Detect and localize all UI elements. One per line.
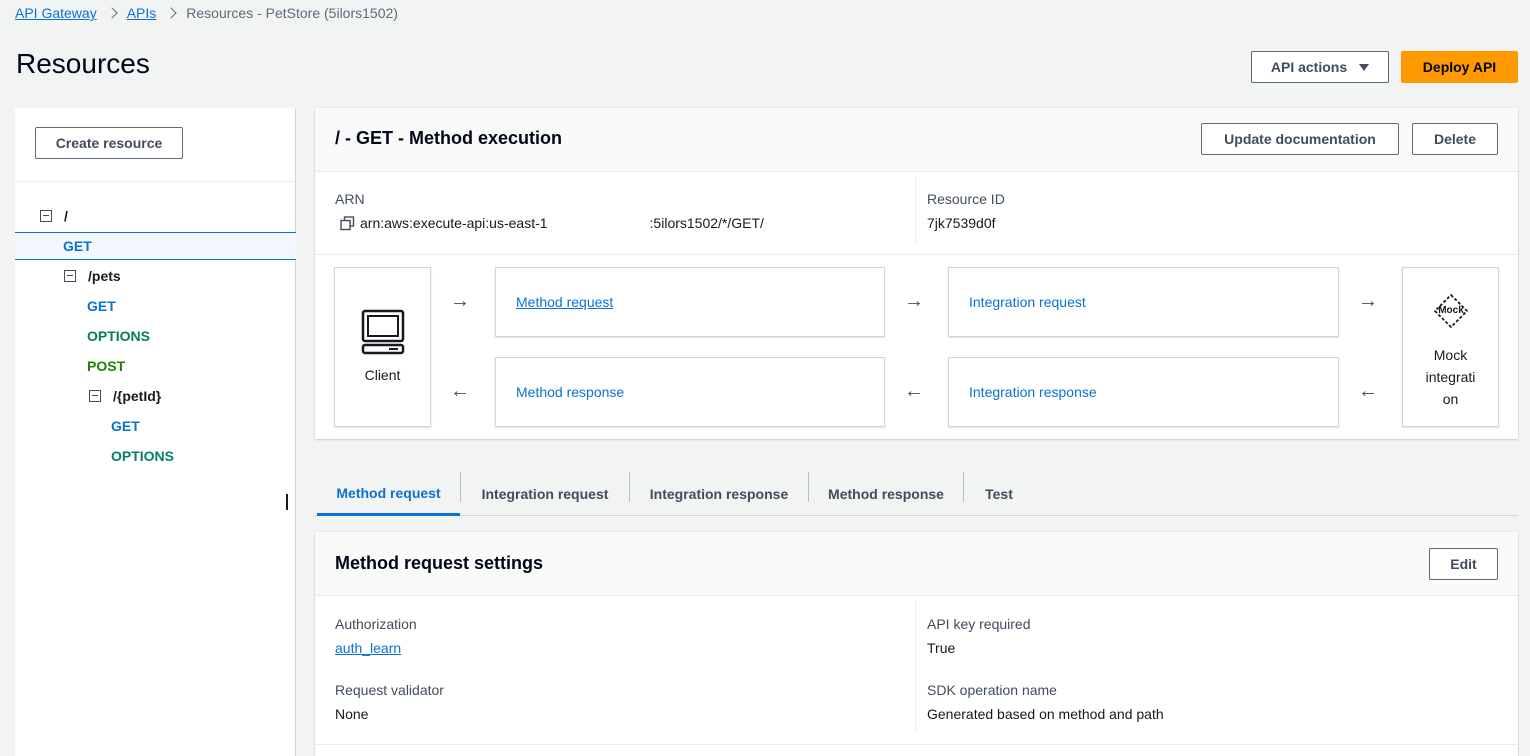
arn-value-part2: :5ilors1502/*/GET/: [649, 215, 764, 231]
sidebar-header: Create resource: [15, 108, 295, 182]
arn-value: arn:aws:execute-api:us-east-1 :5ilors150…: [340, 215, 764, 231]
client-label: Client: [364, 367, 401, 383]
tree-method-label: GET: [87, 298, 116, 314]
divider: [315, 254, 1518, 255]
integration-response-link[interactable]: Integration response: [969, 384, 1097, 400]
breadcrumb-api-gateway[interactable]: API Gateway: [15, 4, 97, 22]
client-box: Client: [334, 267, 431, 427]
mock-integration-label: Mock integrati on: [1403, 344, 1498, 410]
resource-id-value: 7jk7539d0f: [927, 215, 996, 231]
computer-icon: [361, 309, 405, 355]
api-actions-button[interactable]: API actions: [1251, 51, 1389, 83]
resource-tree-panel: Create resource / GET /pets GET OPTIONS …: [15, 108, 296, 756]
authorization-link[interactable]: auth_learn: [335, 640, 401, 656]
mock-integration-box: Mock Mock integrati on: [1402, 267, 1499, 427]
tab-integration-response[interactable]: Integration response: [630, 472, 808, 515]
copy-icon[interactable]: [340, 215, 355, 231]
method-execution-panel: / - GET - Method execution Update docume…: [315, 108, 1518, 439]
tab-method-request[interactable]: Method request: [317, 472, 460, 516]
tree-method-label: OPTIONS: [111, 448, 175, 464]
tree-method-root-get[interactable]: GET: [15, 232, 296, 260]
mock-label-line: Mock: [1433, 347, 1468, 363]
request-validator-label: Request validator: [335, 682, 444, 698]
arn-label: ARN: [335, 191, 365, 207]
mock-badge-text: Mock: [1438, 305, 1464, 316]
mock-label-line: integrati: [1425, 369, 1476, 385]
tab-integration-request[interactable]: Integration request: [461, 472, 629, 515]
tree-resource-label: /{petId}: [113, 388, 162, 404]
tab-method-response[interactable]: Method response: [809, 472, 963, 515]
arn-value-part1: arn:aws:execute-api:us-east-1: [360, 215, 548, 231]
tree-method-pets-get[interactable]: GET: [15, 292, 296, 320]
tree-resource-petid[interactable]: /{petId}: [15, 382, 296, 410]
divider: [315, 744, 1518, 745]
breadcrumb-apis[interactable]: APIs: [127, 4, 157, 22]
method-request-box[interactable]: Method request: [495, 267, 885, 337]
integration-request-box[interactable]: Integration request: [948, 267, 1339, 337]
edit-button[interactable]: Edit: [1429, 548, 1498, 580]
method-execution-header: / - GET - Method execution Update docume…: [315, 108, 1518, 172]
arrow-left-icon: ←: [904, 380, 924, 402]
update-documentation-button[interactable]: Update documentation: [1201, 123, 1399, 155]
divider: [915, 602, 916, 732]
tree-method-label: POST: [87, 358, 126, 374]
chevron-right-icon: [106, 7, 118, 19]
tree-method-pets-post[interactable]: POST: [15, 352, 296, 380]
arrow-right-icon: →: [450, 290, 470, 312]
breadcrumb: API Gateway APIs Resources - PetStore (5…: [15, 4, 398, 22]
arrow-left-icon: ←: [450, 380, 470, 402]
resource-id-label: Resource ID: [927, 191, 1005, 207]
sdk-operation-value: Generated based on method and path: [927, 706, 1164, 722]
collapse-icon[interactable]: [64, 270, 76, 282]
chevron-right-icon: [165, 7, 177, 19]
api-key-label: API key required: [927, 616, 1031, 632]
tree-method-petid-get[interactable]: GET: [15, 412, 296, 440]
tree-resource-root[interactable]: /: [15, 202, 296, 230]
api-key-value: True: [927, 640, 956, 656]
tree-resource-label: /: [64, 208, 68, 224]
tree-method-label: GET: [63, 238, 92, 254]
arrow-left-icon: ←: [1358, 380, 1378, 402]
deploy-api-button[interactable]: Deploy API: [1401, 51, 1518, 83]
tab-test[interactable]: Test: [964, 472, 1034, 515]
divider: [915, 178, 916, 244]
collapse-icon[interactable]: [89, 390, 101, 402]
tree-method-label: GET: [111, 418, 140, 434]
method-response-box[interactable]: Method response: [495, 357, 885, 427]
arrow-right-icon: →: [1358, 290, 1378, 312]
sdk-operation-label: SDK operation name: [927, 682, 1057, 698]
create-resource-button[interactable]: Create resource: [35, 127, 183, 159]
authorization-label: Authorization: [335, 616, 417, 632]
arrow-right-icon: →: [904, 290, 924, 312]
method-response-link[interactable]: Method response: [516, 384, 624, 400]
caret-down-icon: [1359, 63, 1370, 71]
tree-resource-label: /pets: [88, 268, 121, 284]
integration-response-box[interactable]: Integration response: [948, 357, 1339, 427]
delete-button[interactable]: Delete: [1412, 123, 1498, 155]
tree-method-petid-options[interactable]: OPTIONS: [15, 442, 296, 470]
page-title: Resources: [16, 48, 150, 79]
mock-label-line: on: [1442, 391, 1459, 407]
resize-handle[interactable]: [286, 494, 289, 510]
tree-method-label: OPTIONS: [87, 328, 151, 344]
api-actions-label: API actions: [1270, 59, 1348, 75]
request-validator-value: None: [335, 706, 369, 722]
tree-resource-pets[interactable]: /pets: [15, 262, 296, 290]
method-request-link[interactable]: Method request: [516, 294, 613, 310]
method-request-settings-panel: Method request settings Edit Authorizati…: [315, 532, 1518, 756]
settings-header: Method request settings Edit: [315, 532, 1518, 596]
settings-title: Method request settings: [335, 553, 544, 573]
collapse-icon[interactable]: [40, 210, 52, 222]
tree-method-pets-options[interactable]: OPTIONS: [15, 322, 296, 350]
breadcrumb-current: Resources - PetStore (5ilors1502): [186, 5, 398, 21]
method-execution-title: / - GET - Method execution: [335, 128, 563, 148]
mock-icon: Mock: [1434, 294, 1468, 328]
method-tabs: Method request Integration request Integ…: [315, 472, 1518, 516]
integration-request-link[interactable]: Integration request: [969, 294, 1086, 310]
